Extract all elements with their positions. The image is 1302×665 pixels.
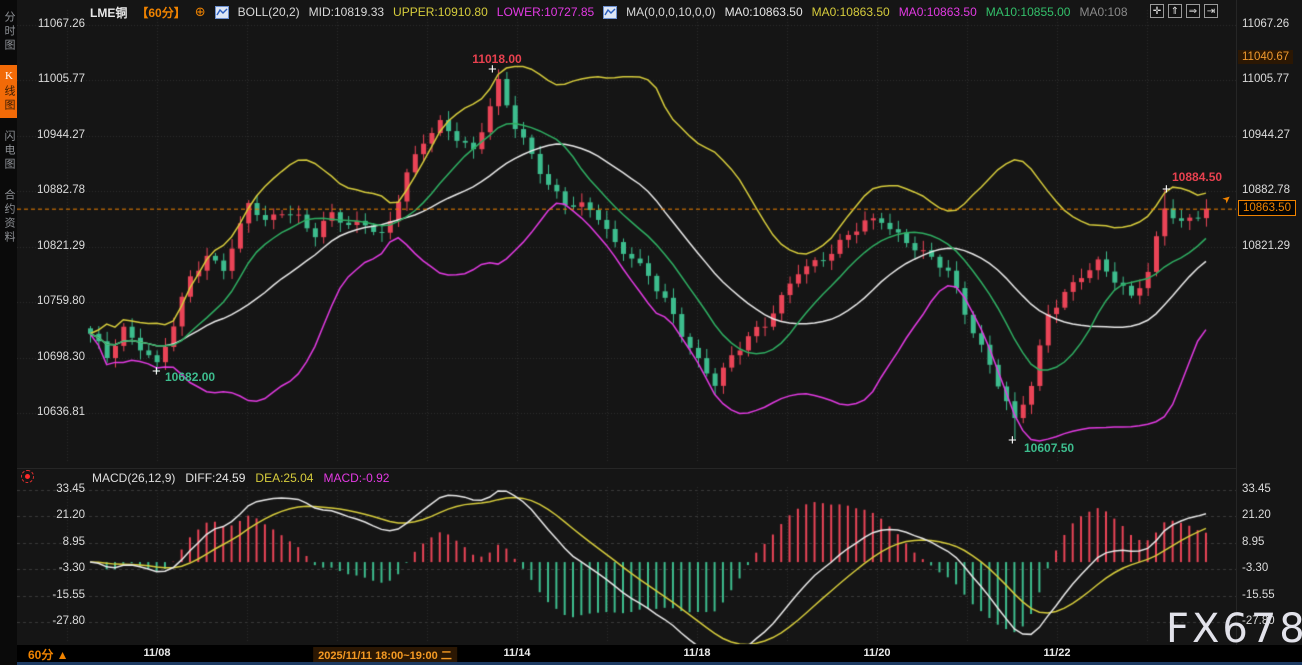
- period-label: 【60分】: [136, 4, 185, 21]
- chart-toolbar: ✛ ⇑ ⇒ ⇥: [1150, 4, 1218, 18]
- macd-header: MACD(26,12,9) DIFF:24.59 DEA:25.04 MACD:…: [92, 471, 389, 485]
- boll-label: BOLL(20,2): [238, 5, 300, 19]
- date-label: 11/18: [684, 647, 711, 659]
- price-annotation: 10682.00: [165, 370, 215, 384]
- date-label: 11/08: [144, 647, 171, 659]
- time-axis-bar: 60分 ▲ 11/08 2025/11/11 18:00~19:00 二 11/14…: [0, 645, 1302, 662]
- price-axis-label-right: 10944.27: [1242, 129, 1300, 141]
- macd-axis-label-right: 33.45: [1242, 483, 1300, 495]
- price-axis-label-left: 10698.30: [17, 351, 85, 363]
- price-axis-label-right: 10882.78: [1242, 184, 1300, 196]
- macd-axis-label-left: 8.95: [17, 536, 85, 548]
- crosshair-datetime-label: 2025/11/11 18:00~19:00 二: [313, 647, 457, 663]
- chart-canvas[interactable]: [17, 0, 1236, 645]
- indicator-header: LME铜【60分】 ⊕ BOLL(20,2) MID:10819.33 UPPER…: [90, 3, 1160, 21]
- period-selector[interactable]: 60分 ▲: [28, 646, 69, 663]
- price-axis-label-right: 11005.77: [1242, 73, 1300, 85]
- zoom-x-axis-icon[interactable]: ⇒: [1186, 4, 1200, 18]
- session-high-tag: 11040.67: [1238, 50, 1293, 64]
- zoom-y-axis-icon[interactable]: ⇑: [1168, 4, 1182, 18]
- macd-dea-value: DEA:25.04: [255, 471, 313, 485]
- axis-divider: [1236, 0, 1237, 645]
- macd-axis-label-left: 21.20: [17, 509, 85, 521]
- ma-params-label: MA(0,0,0,10,0,0): [626, 5, 715, 19]
- tab-time-share-chart[interactable]: 分时图: [0, 6, 17, 58]
- price-annotation: 10607.50: [1024, 441, 1074, 455]
- price-axis-label-left: 11067.26: [17, 18, 85, 30]
- price-axis-label-right: 10821.29: [1242, 240, 1300, 252]
- cross-marker-icon: +: [488, 65, 497, 74]
- tab-candlestick-head: K: [3, 70, 15, 85]
- macd-axis-label-left: -3.30: [17, 562, 85, 574]
- ma0-value-magenta: MA0:10863.50: [899, 5, 977, 19]
- boll-upper-value: UPPER:10910.80: [393, 5, 488, 19]
- tab-candlestick-tail: 线图: [3, 85, 15, 113]
- ma-indicator-icon[interactable]: [603, 6, 617, 19]
- macd-settings-icon[interactable]: [21, 470, 34, 483]
- price-axis-label-left: 10944.27: [17, 129, 85, 141]
- price-axis-label-left: 10636.81: [17, 406, 85, 418]
- tab-lightning-chart[interactable]: 闪电图: [0, 125, 17, 177]
- price-annotation: 11018.00: [472, 52, 521, 66]
- macd-hist-value: MACD:-0.92: [323, 471, 389, 485]
- price-axis-label-right: 11067.26: [1242, 18, 1300, 30]
- tab-contract-info[interactable]: 合约资料: [0, 184, 17, 250]
- cross-marker-icon: +: [1162, 185, 1171, 194]
- ma10-value-green: MA10:10855.00: [986, 5, 1071, 19]
- ma0-value-white: MA0:10863.50: [725, 5, 803, 19]
- macd-axis-label-right: 21.20: [1242, 509, 1300, 521]
- macd-axis-label-left: -27.80: [17, 615, 85, 627]
- macd-axis-label-left: -15.55: [17, 589, 85, 601]
- price-axis-label-left: 10821.29: [17, 240, 85, 252]
- sidebar: 分时图 K线图 闪电图 合约资料: [0, 0, 17, 665]
- symbol-name: LME铜: [90, 4, 127, 21]
- boll-indicator-icon[interactable]: [215, 6, 229, 19]
- macd-title: MACD(26,12,9): [92, 471, 175, 485]
- macd-axis-label-right: -15.55: [1242, 589, 1300, 601]
- macd-axis-label-right: -3.30: [1242, 562, 1300, 574]
- pane-divider: [17, 468, 1236, 469]
- macd-axis-label-right: 8.95: [1242, 536, 1300, 548]
- cross-marker-icon: +: [152, 367, 161, 376]
- ma0-value-truncated: MA0:108: [1079, 5, 1127, 19]
- price-axis-label-left: 10882.78: [17, 184, 85, 196]
- price-axis-label-left: 11005.77: [17, 73, 85, 85]
- cross-marker-icon: +: [1008, 436, 1017, 445]
- macd-diff-value: DIFF:24.59: [185, 471, 245, 485]
- add-indicator-icon[interactable]: ⊕: [195, 6, 206, 18]
- pan-right-icon[interactable]: ⇥: [1204, 4, 1218, 18]
- trading-app-window: 分时图 K线图 闪电图 合约资料 LME铜【60分】 ⊕ BOLL(20,2) M…: [0, 0, 1302, 665]
- date-label: 11/14: [504, 647, 531, 659]
- date-label: 11/20: [864, 647, 891, 659]
- ma0-value-yellow: MA0:10863.50: [812, 5, 890, 19]
- last-price-tag: 10863.50: [1238, 200, 1296, 216]
- price-annotation: 10884.50: [1172, 170, 1222, 184]
- boll-lower-value: LOWER:10727.85: [497, 5, 594, 19]
- boll-mid-value: MID:10819.33: [309, 5, 384, 19]
- crosshair-icon[interactable]: ✛: [1150, 4, 1164, 18]
- macd-axis-label-left: 33.45: [17, 483, 85, 495]
- price-axis-label-left: 10759.80: [17, 295, 85, 307]
- tab-candlestick-chart[interactable]: K线图: [0, 65, 17, 118]
- date-label: 11/22: [1044, 647, 1071, 659]
